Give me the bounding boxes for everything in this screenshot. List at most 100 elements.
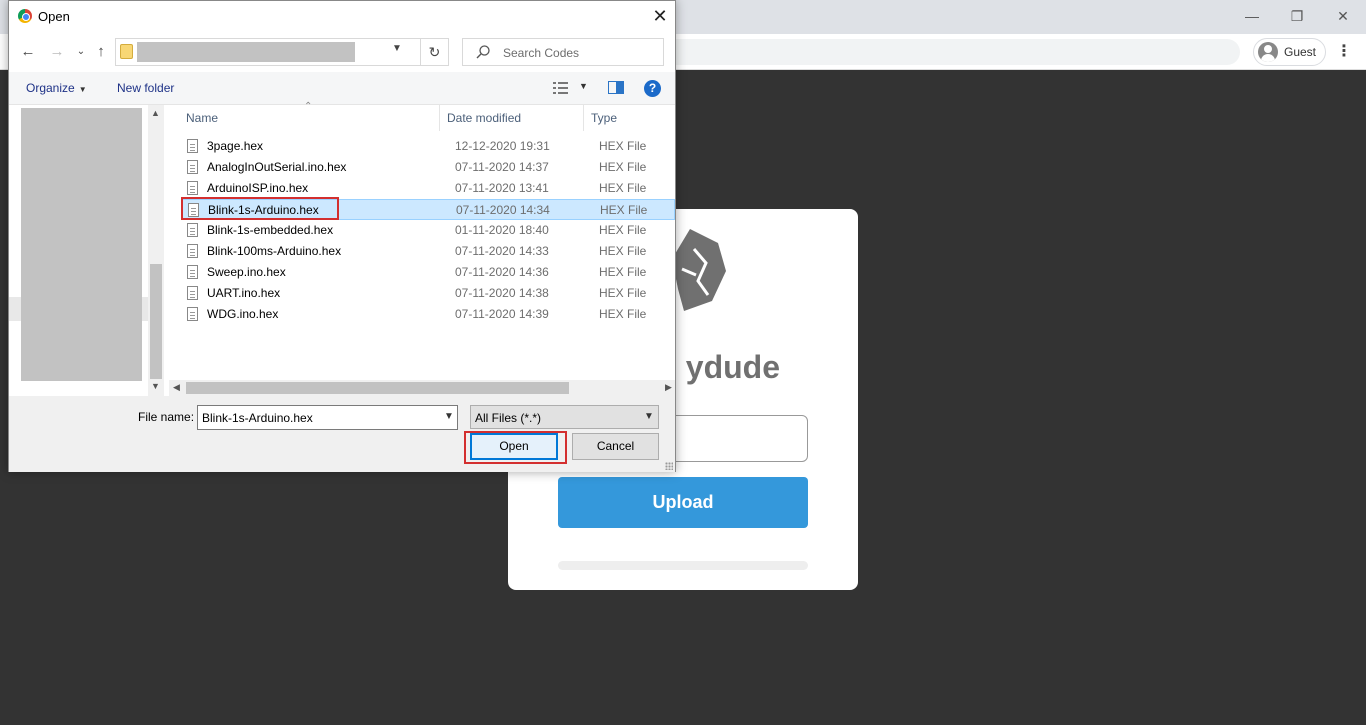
file-date: 07-11-2020 13:41 [455, 181, 549, 195]
file-icon [187, 139, 198, 153]
file-name: Blink-100ms-Arduino.hex [207, 244, 342, 258]
sort-ascending-icon: ⌃ [304, 101, 313, 112]
file-name-field[interactable]: Blink-1s-Arduino.hex ▼ [197, 405, 458, 430]
file-list-hscrollbar[interactable]: ◀ ▶ [169, 380, 675, 396]
file-row[interactable]: ArduinoISP.ino.hex 07-11-2020 13:41 HEX Fi… [181, 178, 675, 199]
file-icon [187, 223, 198, 237]
dialog-footer: File name: Blink-1s-Arduino.hex ▼ All Fi… [9, 396, 675, 472]
file-name: Sweep.ino.hex [207, 265, 286, 279]
file-icon [187, 307, 198, 321]
organize-menu[interactable]: Organize ▼ [26, 81, 87, 95]
path-redacted [137, 42, 355, 62]
file-name-value: Blink-1s-Arduino.hex [202, 411, 313, 425]
dialog-title: Open [38, 9, 70, 24]
recent-chevron-icon[interactable]: ⌄ [72, 42, 90, 62]
new-folder-button[interactable]: New folder [117, 81, 174, 95]
file-type: HEX File [599, 265, 647, 279]
minimize-icon[interactable]: — [1240, 6, 1264, 26]
file-type-select[interactable]: All Files (*.*) ▼ [470, 405, 659, 429]
file-date: 01-11-2020 18:40 [455, 223, 549, 237]
file-row[interactable]: WDG.ino.hex 07-11-2020 14:39 HEX File [181, 304, 675, 325]
file-type: HEX File [599, 307, 647, 321]
scroll-down-icon[interactable]: ▼ [151, 381, 160, 391]
file-type-value: All Files (*.*) [475, 411, 542, 425]
cancel-button[interactable]: Cancel [572, 433, 659, 460]
file-row[interactable]: Blink-1s-embedded.hex 01-11-2020 18:40 HEX… [181, 220, 675, 241]
file-row[interactable]: 3page.hex 12-12-2020 19:31 HEX File [181, 136, 675, 157]
scroll-up-icon[interactable]: ▲ [151, 108, 160, 118]
file-date: 07-11-2020 14:37 [455, 160, 549, 174]
view-options-icon[interactable] [553, 81, 569, 95]
file-name: AnalogInOutSerial.ino.hex [207, 160, 347, 174]
chevron-down-icon[interactable]: ▼ [644, 411, 654, 422]
menu-dots-icon[interactable]: ⋮ [1336, 42, 1352, 62]
file-row[interactable]: Sweep.ino.hex 07-11-2020 14:36 HEX File [181, 262, 675, 283]
folder-icon [120, 44, 133, 59]
file-list: ⌃ Name Date modified Type 3page.hex 12-12… [169, 101, 675, 396]
selected-file-highlight [181, 197, 339, 220]
file-date: 07-11-2020 14:38 [455, 286, 549, 300]
chevron-down-icon[interactable]: ▼ [392, 43, 402, 54]
column-name[interactable]: Name [186, 111, 218, 125]
command-bar: Organize ▼ New folder ▼ ? [9, 72, 675, 105]
close-window-icon[interactable]: ✕ [1331, 6, 1355, 26]
file-icon [187, 160, 198, 174]
file-type: HEX File [599, 286, 647, 300]
open-file-dialog: Open ✕ ← → ⌄ ↑ ▼ ↻ Search Codes Organize… [8, 0, 676, 472]
file-row[interactable]: Blink-100ms-Arduino.hex 07-11-2020 14:33 H… [181, 241, 675, 262]
scroll-left-icon[interactable]: ◀ [173, 382, 180, 393]
file-date: 07-11-2020 14:34 [456, 203, 550, 217]
nav-scrollbar[interactable]: ▲ ▼ [148, 105, 164, 396]
scroll-right-icon[interactable]: ▶ [665, 382, 672, 393]
back-arrow-icon[interactable]: ← [19, 42, 37, 62]
file-date: 12-12-2020 19:31 [455, 139, 550, 153]
file-row[interactable]: AnalogInOutSerial.ino.hex 07-11-2020 14:3… [181, 157, 675, 178]
file-type: HEX File [599, 223, 647, 237]
address-bar[interactable] [600, 39, 1240, 65]
upload-progress-bar [558, 561, 808, 570]
file-type: HEX File [600, 203, 648, 217]
file-icon [187, 265, 198, 279]
scroll-thumb[interactable] [150, 264, 162, 379]
avatar-icon [1258, 42, 1278, 62]
file-date: 07-11-2020 14:33 [455, 244, 549, 258]
nav-pane-redacted [21, 108, 142, 381]
file-name-label: File name: [138, 410, 195, 424]
logo-icon [672, 229, 726, 311]
search-placeholder: Search Codes [503, 46, 580, 60]
path-bar[interactable]: ▼ [115, 38, 421, 66]
close-icon[interactable]: ✕ [649, 5, 671, 27]
chevron-down-icon[interactable]: ▼ [444, 411, 454, 422]
file-name: Blink-1s-embedded.hex [207, 223, 334, 237]
file-type: HEX File [599, 244, 647, 258]
help-icon[interactable]: ? [644, 80, 661, 97]
column-date[interactable]: Date modified [447, 111, 521, 125]
dialog-titlebar: Open ✕ [9, 1, 675, 32]
chrome-icon [18, 9, 32, 23]
restore-icon[interactable]: ❐ [1285, 6, 1309, 26]
forward-arrow-icon[interactable]: → [48, 42, 66, 62]
file-name: UART.ino.hex [207, 286, 281, 300]
column-type[interactable]: Type [591, 111, 617, 125]
preview-pane-icon[interactable] [608, 81, 624, 94]
search-input[interactable]: Search Codes [462, 38, 664, 66]
upload-button[interactable]: Upload [558, 477, 808, 528]
file-name: WDG.ino.hex [207, 307, 279, 321]
file-icon [187, 286, 198, 300]
view-caret-icon[interactable]: ▼ [579, 81, 588, 91]
dialog-navbar: ← → ⌄ ↑ ▼ ↻ Search Codes [9, 32, 675, 72]
refresh-icon[interactable]: ↻ [421, 38, 449, 66]
file-type: HEX File [599, 139, 647, 153]
open-button-highlight [464, 431, 567, 464]
navigation-pane: ▲ ▼ [9, 105, 164, 396]
hscroll-thumb[interactable] [186, 382, 569, 394]
profile-button[interactable]: Guest [1253, 38, 1326, 66]
file-name: ArduinoISP.ino.hex [207, 181, 309, 195]
search-icon [476, 45, 490, 59]
file-date: 07-11-2020 14:36 [455, 265, 549, 279]
up-arrow-icon[interactable]: ↑ [92, 42, 110, 62]
file-row[interactable]: UART.ino.hex 07-11-2020 14:38 HEX File [181, 283, 675, 304]
resize-grip-icon[interactable] [665, 462, 673, 470]
file-icon [187, 181, 198, 195]
column-header: ⌃ Name Date modified Type [169, 101, 675, 131]
